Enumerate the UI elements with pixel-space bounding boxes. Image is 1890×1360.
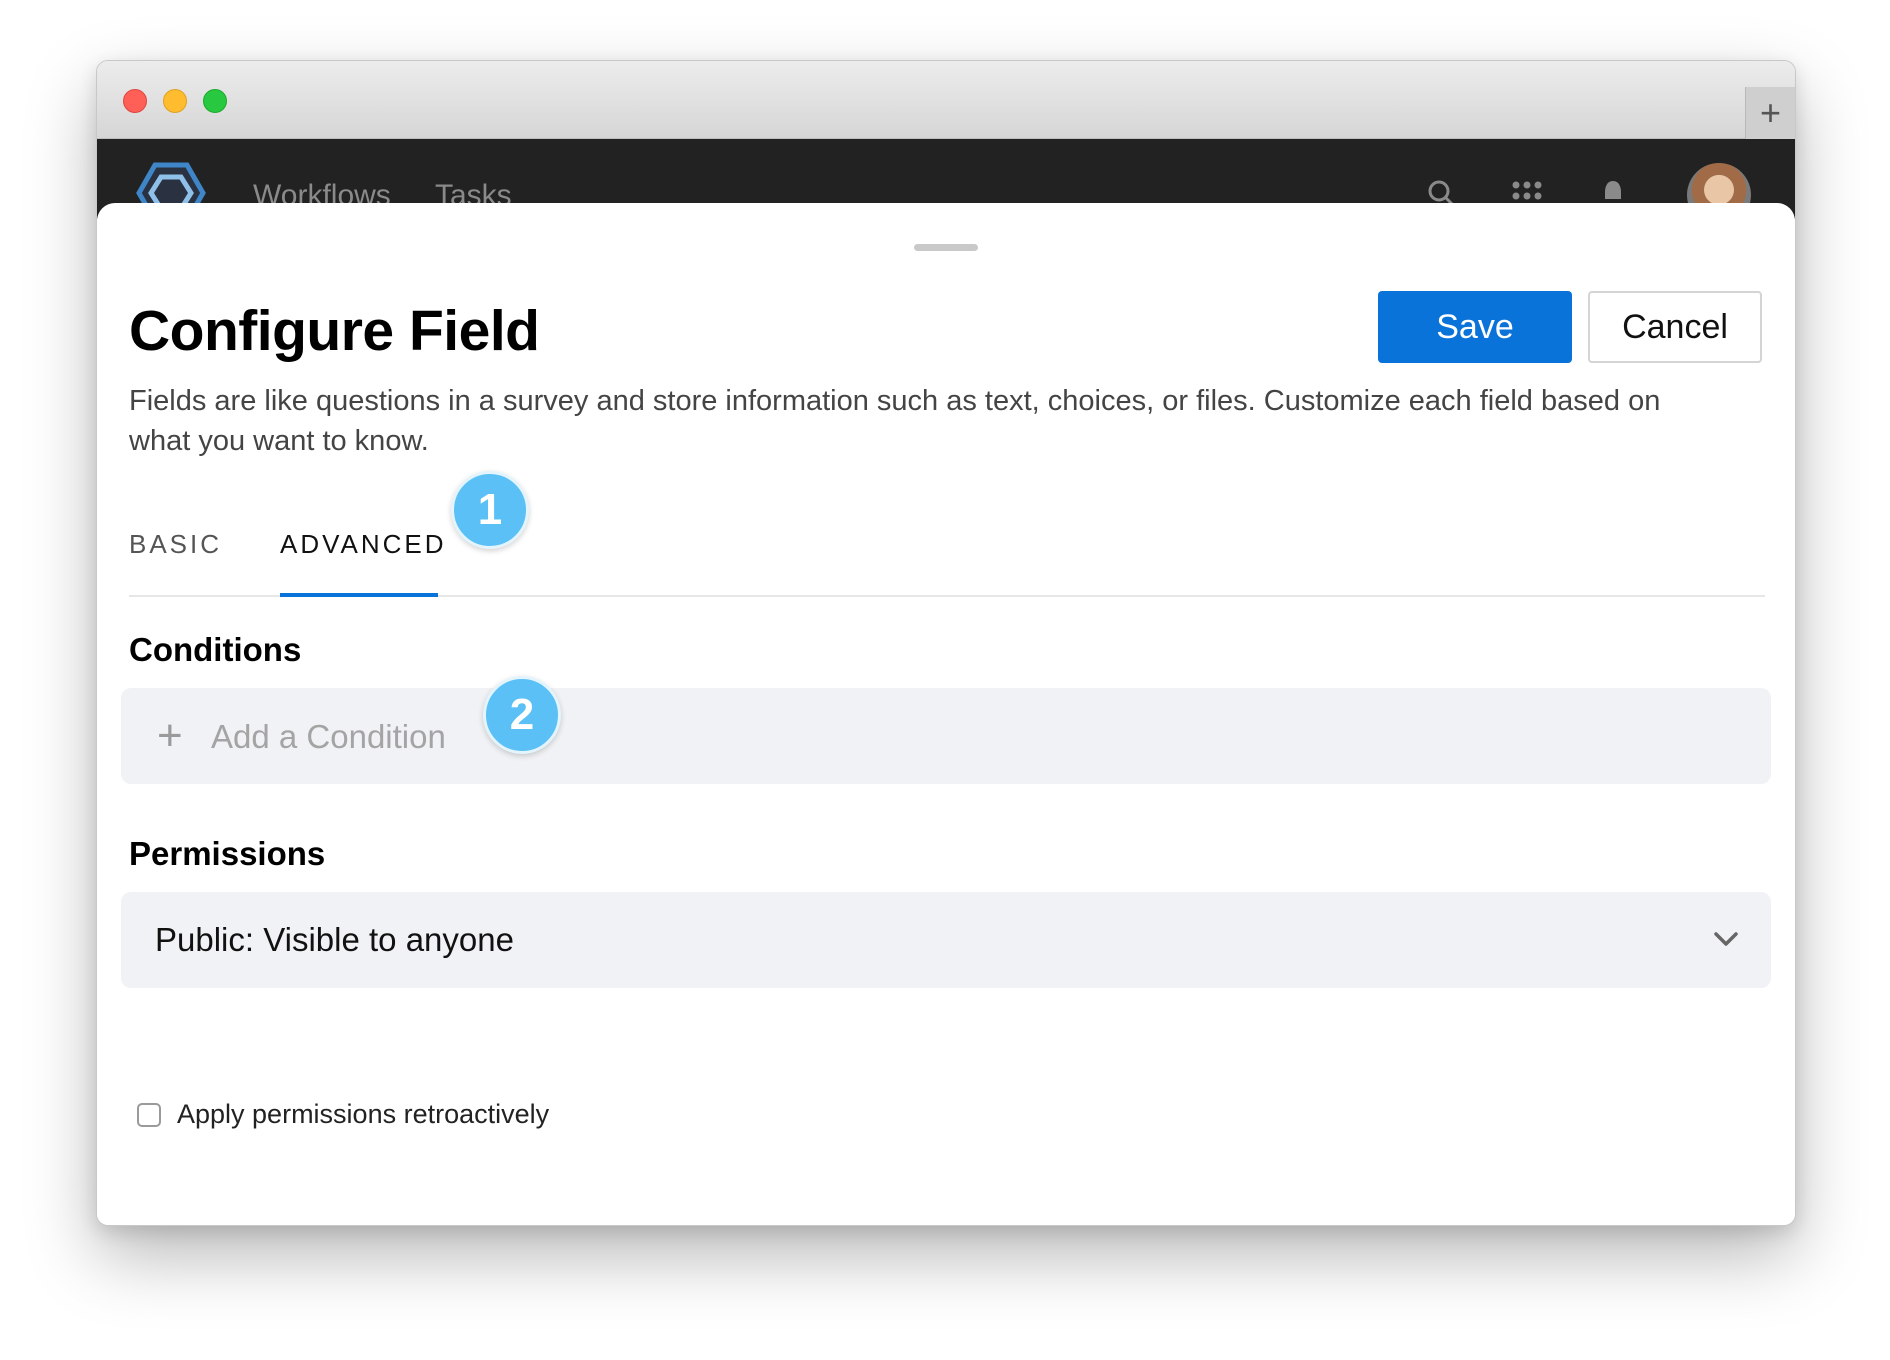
callout-badge-2: 2 — [483, 676, 561, 754]
configure-field-sheet: Configure Field Save Cancel Fields are l… — [97, 203, 1795, 1225]
retroactive-checkbox[interactable] — [137, 1103, 161, 1127]
conditions-heading: Conditions — [129, 631, 302, 668]
cancel-button[interactable]: Cancel — [1588, 291, 1762, 363]
save-button[interactable]: Save — [1378, 291, 1572, 363]
tab-advanced[interactable]: ADVANCED — [280, 521, 447, 597]
active-tab-indicator — [280, 593, 438, 597]
permissions-select[interactable]: Public: Visible to anyone — [121, 892, 1771, 988]
plus-icon: + — [1759, 92, 1782, 133]
minimize-window-button[interactable] — [163, 89, 187, 113]
tab-bar: BASIC ADVANCED — [129, 521, 1765, 597]
retroactive-checkbox-label[interactable]: Apply permissions retroactively — [177, 1099, 549, 1130]
zoom-window-button[interactable] — [203, 89, 227, 113]
tab-basic[interactable]: BASIC — [129, 521, 222, 597]
close-window-button[interactable] — [123, 89, 147, 113]
callout-badge-1: 1 — [451, 471, 529, 549]
page-title: Configure Field — [129, 299, 540, 363]
add-condition-label: Add a Condition — [211, 718, 446, 755]
browser-window: + Workflows Tasks Configure Field Save C… — [96, 60, 1796, 1226]
plus-icon: + — [157, 711, 183, 760]
new-tab-button[interactable]: + — [1745, 87, 1795, 139]
add-condition-button[interactable]: + Add a Condition — [121, 688, 1771, 784]
chevron-down-icon — [1714, 932, 1738, 946]
sheet-drag-handle[interactable] — [914, 244, 978, 251]
page-description: Fields are like questions in a survey an… — [129, 385, 1661, 457]
permissions-selected-value: Public: Visible to anyone — [155, 921, 514, 958]
permissions-heading: Permissions — [129, 835, 326, 872]
apps-grid-icon[interactable] — [1511, 181, 1543, 205]
browser-titlebar: + — [97, 61, 1795, 139]
